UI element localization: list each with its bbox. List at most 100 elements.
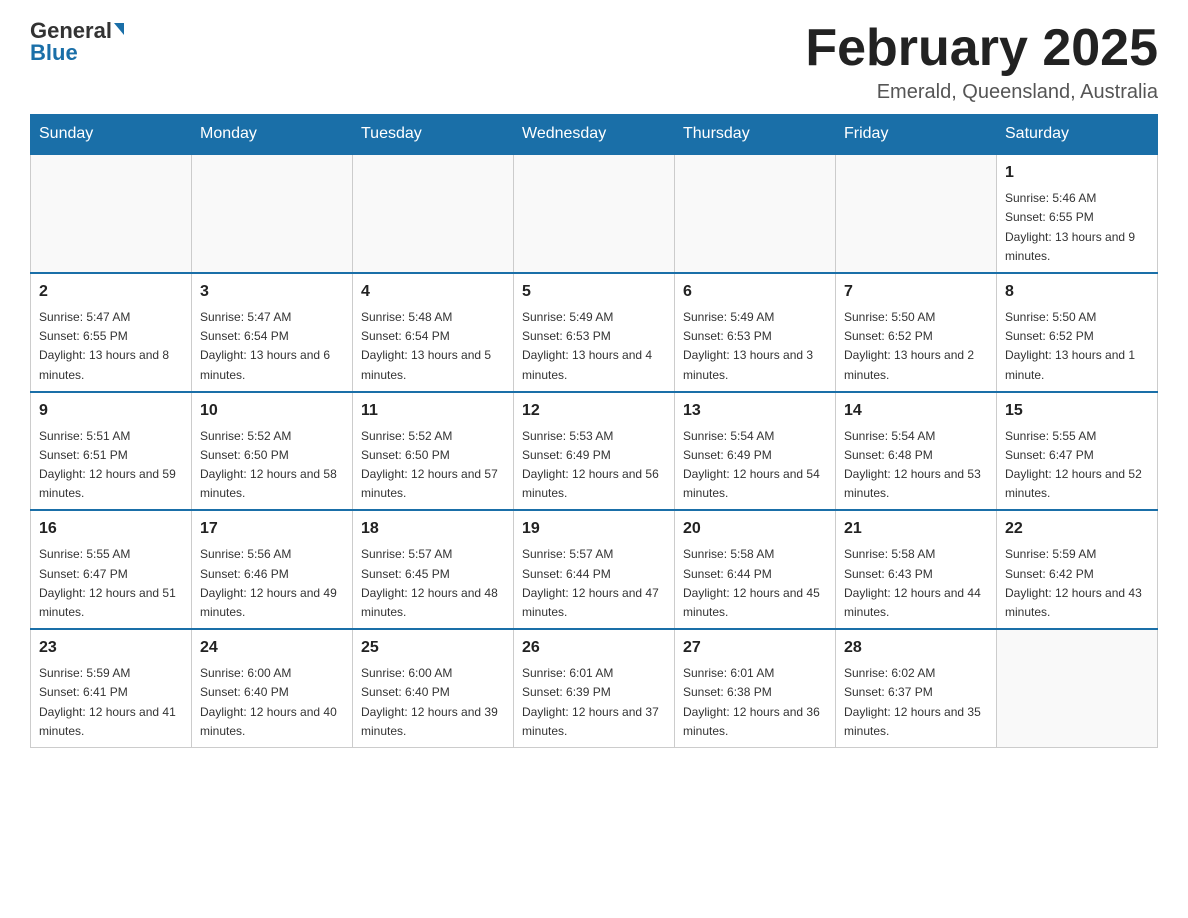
day-cell: 7 Sunrise: 5:50 AM Sunset: 6:52 PM Daylig… [836,273,997,392]
day-info: Sunrise: 5:57 AM Sunset: 6:44 PM Dayligh… [522,545,666,622]
day-info: Sunrise: 5:46 AM Sunset: 6:55 PM Dayligh… [1005,189,1149,266]
day-cell: 21Sunrise: 5:58 AM Sunset: 6:43 PM Dayli… [836,510,997,629]
day-cell [514,154,675,273]
day-number: 1 [1005,161,1149,185]
day-number: 4 [361,280,505,304]
day-cell [31,154,192,273]
col-wednesday: Wednesday [514,115,675,155]
day-info: Sunrise: 5:49 AM Sunset: 6:53 PM Dayligh… [522,308,666,385]
day-cell: 4 Sunrise: 5:48 AM Sunset: 6:54 PM Daylig… [353,273,514,392]
calendar-table: Sunday Monday Tuesday Wednesday Thursday… [30,114,1158,748]
day-info: Sunrise: 5:57 AM Sunset: 6:45 PM Dayligh… [361,545,505,622]
day-number: 9 [39,399,183,423]
day-info: Sunrise: 5:55 AM Sunset: 6:47 PM Dayligh… [39,545,183,622]
day-info: Sunrise: 6:01 AM Sunset: 6:39 PM Dayligh… [522,664,666,741]
week-row-2: 2 Sunrise: 5:47 AM Sunset: 6:55 PM Daylig… [31,273,1158,392]
week-row-4: 16Sunrise: 5:55 AM Sunset: 6:47 PM Dayli… [31,510,1158,629]
day-info: Sunrise: 5:56 AM Sunset: 6:46 PM Dayligh… [200,545,344,622]
day-info: Sunrise: 5:47 AM Sunset: 6:54 PM Dayligh… [200,308,344,385]
day-cell: 6 Sunrise: 5:49 AM Sunset: 6:53 PM Daylig… [675,273,836,392]
day-number: 2 [39,280,183,304]
day-cell: 10Sunrise: 5:52 AM Sunset: 6:50 PM Dayli… [192,392,353,511]
day-info: Sunrise: 5:58 AM Sunset: 6:43 PM Dayligh… [844,545,988,622]
week-row-3: 9 Sunrise: 5:51 AM Sunset: 6:51 PM Daylig… [31,392,1158,511]
day-cell: 8Sunrise: 5:50 AM Sunset: 6:52 PM Daylig… [997,273,1158,392]
day-cell: 26 Sunrise: 6:01 AM Sunset: 6:39 PM Dayli… [514,629,675,747]
day-cell [836,154,997,273]
day-info: Sunrise: 5:58 AM Sunset: 6:44 PM Dayligh… [683,545,827,622]
day-number: 11 [361,399,505,423]
col-friday: Friday [836,115,997,155]
day-info: Sunrise: 5:53 AM Sunset: 6:49 PM Dayligh… [522,427,666,504]
col-sunday: Sunday [31,115,192,155]
day-cell [997,629,1158,747]
day-number: 26 [522,636,666,660]
day-info: Sunrise: 5:55 AM Sunset: 6:47 PM Dayligh… [1005,427,1149,504]
day-cell: 20 Sunrise: 5:58 AM Sunset: 6:44 PM Dayli… [675,510,836,629]
day-cell: 23 Sunrise: 5:59 AM Sunset: 6:41 PM Dayli… [31,629,192,747]
day-cell: 16Sunrise: 5:55 AM Sunset: 6:47 PM Dayli… [31,510,192,629]
day-cell: 9 Sunrise: 5:51 AM Sunset: 6:51 PM Daylig… [31,392,192,511]
day-number: 14 [844,399,988,423]
day-number: 28 [844,636,988,660]
day-info: Sunrise: 6:00 AM Sunset: 6:40 PM Dayligh… [200,664,344,741]
day-cell: 22 Sunrise: 5:59 AM Sunset: 6:42 PM Dayli… [997,510,1158,629]
day-info: Sunrise: 5:50 AM Sunset: 6:52 PM Dayligh… [844,308,988,385]
logo: General Blue [30,20,124,64]
logo-arrow-icon [114,23,124,35]
day-cell [675,154,836,273]
day-cell: 19 Sunrise: 5:57 AM Sunset: 6:44 PM Dayli… [514,510,675,629]
day-cell: 5 Sunrise: 5:49 AM Sunset: 6:53 PM Daylig… [514,273,675,392]
day-info: Sunrise: 5:51 AM Sunset: 6:51 PM Dayligh… [39,427,183,504]
day-number: 22 [1005,517,1149,541]
week-row-1: 1 Sunrise: 5:46 AM Sunset: 6:55 PM Daylig… [31,154,1158,273]
day-info: Sunrise: 5:49 AM Sunset: 6:53 PM Dayligh… [683,308,827,385]
day-cell: 11 Sunrise: 5:52 AM Sunset: 6:50 PM Dayli… [353,392,514,511]
day-info: Sunrise: 5:54 AM Sunset: 6:49 PM Dayligh… [683,427,827,504]
week-row-5: 23 Sunrise: 5:59 AM Sunset: 6:41 PM Dayli… [31,629,1158,747]
day-info: Sunrise: 5:47 AM Sunset: 6:55 PM Dayligh… [39,308,183,385]
location-text: Emerald, Queensland, Australia [805,81,1158,104]
day-number: 13 [683,399,827,423]
day-number: 25 [361,636,505,660]
day-info: Sunrise: 5:52 AM Sunset: 6:50 PM Dayligh… [361,427,505,504]
day-number: 19 [522,517,666,541]
day-number: 12 [522,399,666,423]
logo-blue-text: Blue [30,42,78,64]
month-title: February 2025 [805,20,1158,77]
day-number: 3 [200,280,344,304]
day-info: Sunrise: 6:02 AM Sunset: 6:37 PM Dayligh… [844,664,988,741]
day-info: Sunrise: 5:48 AM Sunset: 6:54 PM Dayligh… [361,308,505,385]
day-cell: 28 Sunrise: 6:02 AM Sunset: 6:37 PM Dayli… [836,629,997,747]
day-number: 23 [39,636,183,660]
day-cell: 15 Sunrise: 5:55 AM Sunset: 6:47 PM Dayli… [997,392,1158,511]
day-number: 8 [1005,280,1149,304]
day-info: Sunrise: 6:00 AM Sunset: 6:40 PM Dayligh… [361,664,505,741]
title-section: February 2025 Emerald, Queensland, Austr… [805,20,1158,104]
day-number: 7 [844,280,988,304]
day-cell: 14 Sunrise: 5:54 AM Sunset: 6:48 PM Dayli… [836,392,997,511]
page-header: General Blue February 2025 Emerald, Quee… [30,20,1158,104]
day-cell: 17 Sunrise: 5:56 AM Sunset: 6:46 PM Dayli… [192,510,353,629]
day-info: Sunrise: 6:01 AM Sunset: 6:38 PM Dayligh… [683,664,827,741]
day-cell: 3 Sunrise: 5:47 AM Sunset: 6:54 PM Daylig… [192,273,353,392]
col-monday: Monday [192,115,353,155]
day-info: Sunrise: 5:59 AM Sunset: 6:42 PM Dayligh… [1005,545,1149,622]
day-number: 27 [683,636,827,660]
day-info: Sunrise: 5:59 AM Sunset: 6:41 PM Dayligh… [39,664,183,741]
day-number: 20 [683,517,827,541]
day-number: 10 [200,399,344,423]
day-cell: 13 Sunrise: 5:54 AM Sunset: 6:49 PM Dayli… [675,392,836,511]
day-number: 5 [522,280,666,304]
day-number: 18 [361,517,505,541]
day-cell: 2 Sunrise: 5:47 AM Sunset: 6:55 PM Daylig… [31,273,192,392]
day-info: Sunrise: 5:54 AM Sunset: 6:48 PM Dayligh… [844,427,988,504]
col-thursday: Thursday [675,115,836,155]
day-number: 6 [683,280,827,304]
day-cell [192,154,353,273]
day-number: 17 [200,517,344,541]
day-number: 15 [1005,399,1149,423]
day-number: 24 [200,636,344,660]
day-cell: 25 Sunrise: 6:00 AM Sunset: 6:40 PM Dayli… [353,629,514,747]
calendar-header-row: Sunday Monday Tuesday Wednesday Thursday… [31,115,1158,155]
